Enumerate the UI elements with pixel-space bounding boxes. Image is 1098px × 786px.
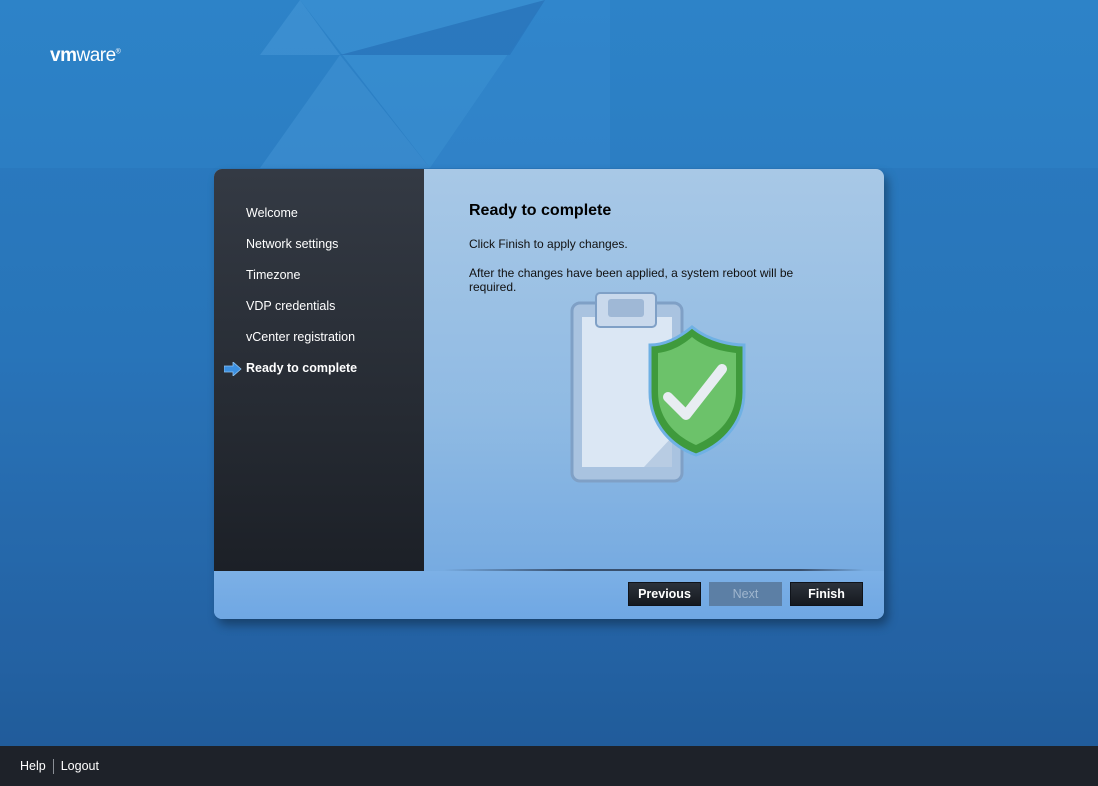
help-link[interactable]: Help (20, 759, 46, 773)
page-title: Ready to complete (469, 202, 612, 219)
sidebar-item-vdp-credentials[interactable]: VDP credentials (246, 299, 335, 313)
bottom-bar-separator (52, 758, 54, 774)
logout-link[interactable]: Logout (61, 759, 99, 773)
clipboard-shield-check-icon (570, 292, 746, 483)
arrow-right-icon (224, 362, 242, 376)
vmware-logo: vmware® (50, 45, 121, 66)
wizard-sidebar: Welcome Network settings Timezone VDP cr… (214, 169, 424, 571)
bottom-bar: Help Logout (0, 746, 1098, 786)
footer-divider (444, 569, 864, 571)
sidebar-item-timezone[interactable]: Timezone (246, 268, 300, 282)
sidebar-item-vcenter-registration[interactable]: vCenter registration (246, 330, 355, 344)
sidebar-item-ready-to-complete[interactable]: Ready to complete (246, 361, 357, 375)
previous-button[interactable]: Previous (628, 582, 701, 606)
sidebar-item-welcome[interactable]: Welcome (246, 206, 298, 220)
next-button[interactable]: Next (709, 582, 782, 606)
instruction-text: Click Finish to apply changes. (469, 237, 628, 251)
wizard-dialog: Welcome Network settings Timezone VDP cr… (214, 169, 884, 619)
finish-button[interactable]: Finish (790, 582, 863, 606)
wizard-footer (214, 571, 884, 619)
sidebar-item-network-settings[interactable]: Network settings (246, 237, 338, 251)
